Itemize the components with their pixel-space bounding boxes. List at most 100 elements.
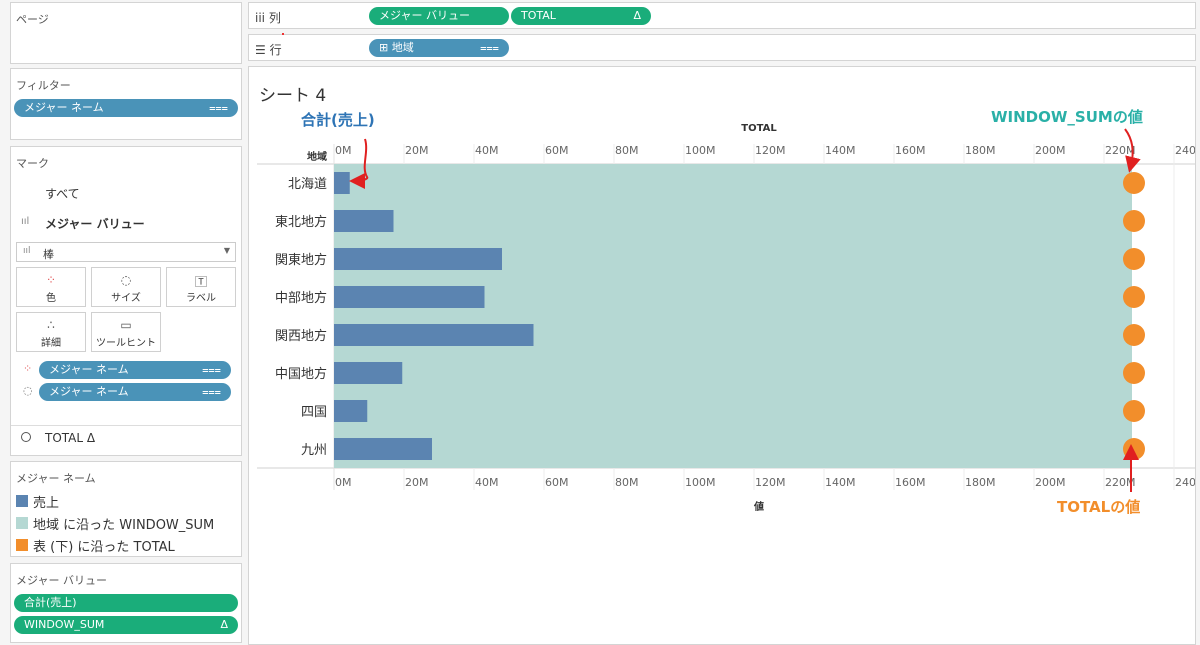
bottom-tick-label: 240M [1175, 476, 1195, 489]
marks-all-tab[interactable]: すべて [45, 185, 80, 202]
size-icon: ◌ [23, 384, 33, 397]
top-tick-label: 200M [1035, 144, 1066, 157]
measure-values-pane[interactable]: メジャー バリュー 合計(売上) WINDOW_SUM Δ [10, 563, 242, 643]
chart-svg: 0M 0M 20M 20M 40M 40M 60M 60M 80M 80M 100M 100M 120M… [257, 108, 1195, 516]
size-card[interactable]: ◌ サイズ [91, 267, 161, 307]
bottom-tick-label: 180M [965, 476, 996, 489]
marks-total-tab[interactable]: TOTAL Δ [45, 431, 95, 445]
bottom-tick-label: 40M [475, 476, 499, 489]
columns-pill-label: TOTAL [521, 9, 556, 22]
category-label: 中国地方 [275, 366, 327, 382]
sort-icon: ⩶ [202, 363, 221, 376]
top-tick-label: 240M [1175, 144, 1195, 157]
window-sum-bar [334, 164, 1132, 468]
annotation-window-sum: WINDOW_SUMの値 [991, 108, 1143, 126]
color-card-label: 色 [46, 293, 56, 304]
filter-pill-measure-names[interactable]: メジャー ネーム ⩶ [14, 99, 238, 117]
total-circle [1123, 172, 1145, 194]
total-circle [1123, 400, 1145, 422]
measure-pill-label: WINDOW_SUM [24, 618, 105, 631]
top-tick-label: 0M [335, 144, 352, 157]
marks-pill-size[interactable]: メジャー ネーム ⩶ [39, 383, 231, 401]
rows-shelf-label: ☰ 行 [255, 43, 282, 57]
bar-chart-icon: ııl [21, 216, 30, 227]
columns-shelf-label: iii 列 [255, 11, 281, 25]
row-header: 地域 [307, 150, 327, 163]
bottom-tick-label: 0M [335, 476, 352, 489]
legend-label-total: 表 (下) に沿った TOTAL [33, 540, 175, 555]
total-circle [1123, 286, 1145, 308]
sales-bar [334, 324, 534, 346]
sort-icon: ⩶ [209, 101, 228, 114]
measure-pill-label: 合計(売上) [24, 596, 77, 609]
columns-pill-measure-values[interactable]: メジャー バリュー [369, 7, 509, 25]
label-card[interactable]: 🅃 ラベル [166, 267, 236, 307]
top-tick-label: 140M [825, 144, 856, 157]
sales-bar [334, 248, 502, 270]
delta-icon: Δ [220, 618, 228, 631]
annotation-sum-sales: 合計(売上) [300, 111, 375, 129]
legend-label-sales: 売上 [33, 496, 60, 511]
columns-pill-total[interactable]: TOTAL Δ [511, 7, 651, 25]
label-icon: 🅃 [194, 275, 207, 289]
color-dots-icon: ⁘ [23, 362, 33, 375]
pages-title: ページ [16, 13, 49, 26]
color-card[interactable]: ⁘ 色 [16, 267, 86, 307]
marks-pill-color[interactable]: メジャー ネーム ⩶ [39, 361, 231, 379]
circle-mark-icon [21, 432, 31, 442]
tooltip-icon: ▭ [120, 318, 132, 332]
tooltip-card[interactable]: ▭ ツールヒント [91, 312, 161, 352]
red-marker-dot [282, 33, 284, 35]
top-tick-label: 120M [755, 144, 786, 157]
top-axis-title: TOTAL [741, 123, 777, 134]
legend-pane[interactable]: メジャー ネーム 売上 地域 に沿った WINDOW_SUM 表 (下) に沿っ… [10, 461, 242, 557]
sales-bar [334, 210, 394, 232]
size-icon: ◌ [120, 273, 132, 287]
columns-pill-label: メジャー バリュー [379, 9, 470, 22]
bottom-tick-label: 100M [685, 476, 716, 489]
marks-pill-label: メジャー ネーム [49, 363, 129, 376]
marks-pane[interactable]: マーク すべて ııl メジャー バリュー ııl 棒 ▼ ⁘ 色 ◌ サイズ … [10, 146, 242, 456]
legend-swatch-window-sum [16, 517, 28, 529]
category-label: 東北地方 [275, 214, 327, 230]
sort-icon: ⩶ [480, 41, 499, 54]
filter-pill-label: メジャー ネーム [24, 101, 104, 114]
top-tick-label: 100M [685, 144, 716, 157]
top-tick-label: 40M [475, 144, 499, 157]
bar-chart-icon: ııl [23, 246, 31, 256]
sales-bar [334, 286, 485, 308]
chevron-down-icon: ▼ [223, 246, 230, 255]
rows-shelf[interactable]: ☰ 行 ⊞ 地域 ⩶ [248, 33, 1196, 61]
rows-pill-region[interactable]: ⊞ 地域 ⩶ [369, 39, 509, 57]
category-label: 関東地方 [275, 252, 327, 268]
detail-card[interactable]: ∴ 詳細 [16, 312, 86, 352]
tooltip-card-label: ツールヒント [96, 338, 156, 349]
category-label: 関西地方 [275, 328, 327, 344]
measure-pill-window-sum[interactable]: WINDOW_SUM Δ [14, 616, 238, 634]
worksheet-canvas[interactable]: シート 4 0M 0M 20M 20M 40M 40M 60M 60M 80M 80M 100M 10… [248, 66, 1196, 645]
total-circle [1123, 438, 1145, 460]
category-label: 中部地方 [275, 290, 327, 306]
filters-pane[interactable]: フィルター メジャー ネーム ⩶ [10, 68, 242, 140]
mark-type-select[interactable]: ııl 棒 ▼ [16, 242, 236, 262]
category-label: 九州 [301, 443, 327, 458]
size-card-label: サイズ [111, 293, 141, 304]
total-circle [1123, 210, 1145, 232]
top-tick-label: 80M [615, 144, 639, 157]
color-dots-icon: ⁘ [45, 273, 57, 287]
measure-values-title: メジャー バリュー [16, 574, 107, 587]
top-tick-label: 20M [405, 144, 429, 157]
pages-pane[interactable]: ページ [10, 2, 242, 64]
marks-pill-label: メジャー ネーム [49, 385, 129, 398]
bottom-tick-label: 160M [895, 476, 926, 489]
top-tick-label: 180M [965, 144, 996, 157]
annotation-total: TOTALの値 [1057, 498, 1140, 516]
marks-measure-values-tab[interactable]: メジャー バリュー [45, 215, 145, 232]
category-label: 北海道 [288, 177, 327, 192]
detail-icon: ∴ [47, 318, 55, 332]
columns-shelf[interactable]: iii 列 メジャー バリュー TOTAL Δ [248, 2, 1196, 29]
top-tick-label: 160M [895, 144, 926, 157]
bottom-tick-label: 20M [405, 476, 429, 489]
measure-pill-sum-sales[interactable]: 合計(売上) [14, 594, 238, 612]
label-card-label: ラベル [186, 293, 216, 304]
